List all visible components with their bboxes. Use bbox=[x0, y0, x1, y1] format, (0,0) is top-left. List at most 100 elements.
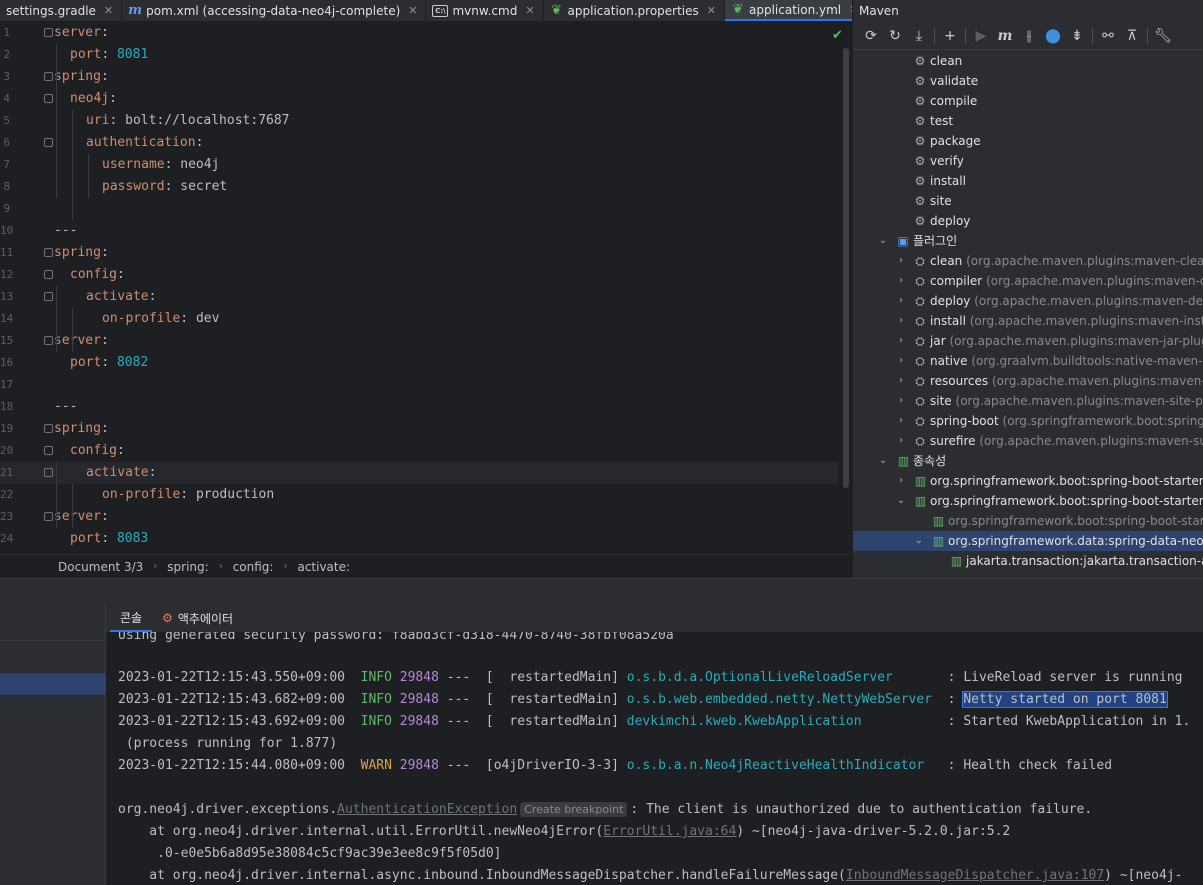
dependency-item[interactable]: ▥ org.springframework.boot:spring-boot-st… bbox=[853, 511, 1203, 531]
chevron-down-icon[interactable]: ⌄ bbox=[877, 231, 889, 251]
lifecycle-goal[interactable]: ⚙ clean bbox=[853, 51, 1203, 71]
tree-item-label: clean (org.apache.maven.plugins:maven-cl… bbox=[930, 254, 1203, 268]
chevron-right-icon[interactable]: › bbox=[895, 471, 907, 491]
fold-marker-icon[interactable] bbox=[44, 512, 53, 521]
fold-marker-icon[interactable] bbox=[44, 424, 53, 433]
fold-marker-icon[interactable] bbox=[44, 336, 53, 345]
lifecycle-goal[interactable]: ⚙ test bbox=[853, 111, 1203, 131]
lifecycle-goal[interactable]: ⚙ verify bbox=[853, 151, 1203, 171]
close-icon[interactable]: ✕ bbox=[104, 4, 113, 17]
lifecycle-goal[interactable]: ⚙ install bbox=[853, 171, 1203, 191]
chevron-down-icon[interactable]: ⌄ bbox=[895, 491, 907, 511]
chevron-right-icon[interactable]: › bbox=[895, 391, 907, 411]
chevron-down-icon[interactable]: ⌄ bbox=[913, 531, 925, 551]
console-log-line: 2023-01-22T12:15:44.080+09:00 WARN 29848… bbox=[118, 758, 1113, 773]
tree-item-label: jakarta.transaction:jakarta.transaction-… bbox=[966, 554, 1203, 568]
tab-console[interactable]: 콘솔 bbox=[110, 604, 153, 632]
tree-item-label: verify bbox=[930, 154, 964, 168]
source-link[interactable]: InboundMessageDispatcher.java:107 bbox=[846, 868, 1104, 883]
close-icon[interactable]: ✕ bbox=[525, 4, 534, 17]
fold-marker-icon[interactable] bbox=[44, 468, 53, 477]
plugin-item[interactable]: › ⛭ clean (org.apache.maven.plugins:maven-… bbox=[853, 251, 1203, 271]
breadcrumb-item[interactable]: activate: bbox=[297, 560, 350, 574]
reload-icon[interactable]: ⟳ bbox=[859, 25, 883, 47]
generate-sources-icon[interactable]: ↻ bbox=[883, 25, 907, 47]
code-line: spring: bbox=[54, 245, 109, 260]
close-icon[interactable]: ✕ bbox=[707, 4, 716, 17]
fold-marker-icon[interactable] bbox=[44, 270, 53, 279]
chevron-right-icon[interactable]: › bbox=[895, 251, 907, 271]
fold-marker-icon[interactable] bbox=[44, 28, 53, 37]
tab-pom-xml[interactable]: m pom.xml (accessing-data-neo4j-complete… bbox=[122, 0, 427, 21]
breadcrumb-item[interactable]: config: bbox=[233, 560, 274, 574]
fold-marker-icon[interactable] bbox=[44, 138, 53, 147]
plugin-item[interactable]: › ⛭ compiler (org.apache.maven.plugins:mav… bbox=[853, 271, 1203, 291]
chevron-right-icon[interactable]: › bbox=[895, 331, 907, 351]
tree-item-label: compile bbox=[930, 94, 978, 108]
lifecycle-goal[interactable]: ⚙ site bbox=[853, 191, 1203, 211]
lifecycle-goal[interactable]: ⚙ package bbox=[853, 131, 1203, 151]
dependency-item[interactable]: ▥ jakarta.transaction:jakarta.transaction… bbox=[853, 551, 1203, 571]
toggle-offline-icon[interactable]: ⫲ bbox=[1017, 25, 1041, 47]
exception-link[interactable]: AuthenticationException bbox=[337, 802, 517, 817]
collapse-all-icon[interactable]: ⇟ bbox=[1065, 25, 1089, 47]
plugin-item[interactable]: › ⛭ install (org.apache.maven.plugins:mave… bbox=[853, 311, 1203, 331]
breadcrumb-item[interactable]: spring: bbox=[167, 560, 208, 574]
run-icon[interactable]: ▶ bbox=[969, 25, 993, 47]
download-icon[interactable]: ⤓ bbox=[907, 25, 931, 47]
console-line: (process running for 1.877) bbox=[118, 736, 338, 751]
add-icon[interactable]: + bbox=[938, 25, 962, 47]
code-line: --- bbox=[54, 223, 78, 238]
dependency-item[interactable]: › ▥ org.springframework.boot:spring-boot-s… bbox=[853, 471, 1203, 491]
plugin-item[interactable]: › ⛭ jar (org.apache.maven.plugins:maven-ja… bbox=[853, 331, 1203, 351]
lifecycle-goal[interactable]: ⚙ validate bbox=[853, 71, 1203, 91]
execute-goal-icon[interactable]: m bbox=[993, 25, 1017, 47]
plugin-item[interactable]: › ⛭ native (org.graalvm.buildtools:native-… bbox=[853, 351, 1203, 371]
fold-marker-icon[interactable] bbox=[44, 292, 53, 301]
fold-marker-icon[interactable] bbox=[44, 94, 53, 103]
source-link[interactable]: ErrorUtil.java:64 bbox=[603, 824, 736, 839]
chevron-down-icon[interactable]: ⌄ bbox=[877, 451, 889, 471]
code-line: port: 8082 bbox=[70, 355, 149, 370]
align-icon[interactable]: ⊼ bbox=[1120, 25, 1144, 47]
lifecycle-goal[interactable]: ⚙ deploy bbox=[853, 211, 1203, 231]
selected-run-item[interactable] bbox=[0, 673, 106, 695]
tree-item-label: clean bbox=[930, 54, 963, 68]
maven-panel: Maven ⟳ ↻ ⤓ + ▶ m ⫲ ⬤ ⇟ ⚯ ⊼ 🔧︎ ⚙ clean ⚙ va… bbox=[852, 0, 1203, 578]
plugin-item[interactable]: › ⛭ resources (org.apache.maven.plugins:ma… bbox=[853, 371, 1203, 391]
chevron-right-icon[interactable]: › bbox=[895, 291, 907, 311]
tab-mvnw-cmd[interactable]: C:\ mvnw.cmd ✕ bbox=[426, 0, 544, 21]
code-editor[interactable]: 1 2 3 4 5 6 7 8 9 10 11 12 13 14 15 16 17 18 19 20 21 22 23 24 … bbox=[0, 22, 852, 554]
skip-tests-icon[interactable]: ⬤ bbox=[1041, 25, 1065, 47]
dependencies-group[interactable]: ⌄ ▥ 종속성 bbox=[853, 451, 1203, 471]
show-diagram-icon[interactable]: ⚯ bbox=[1096, 25, 1120, 47]
lifecycle-goal[interactable]: ⚙ compile bbox=[853, 91, 1203, 111]
tab-actuator[interactable]: ⚙ 액추에이터 bbox=[152, 604, 243, 632]
fold-marker-icon[interactable] bbox=[44, 248, 53, 257]
wrench-icon[interactable]: 🔧︎ bbox=[1151, 25, 1175, 47]
code-line: spring: bbox=[54, 421, 109, 436]
chevron-right-icon[interactable]: › bbox=[895, 431, 907, 451]
chevron-right-icon[interactable]: › bbox=[895, 371, 907, 391]
create-breakpoint-hint[interactable]: Create breakpoint bbox=[520, 802, 628, 817]
chevron-right-icon[interactable]: › bbox=[895, 311, 907, 331]
dependency-item[interactable]: ⌄ ▥ org.springframework.boot:spring-boot-s… bbox=[853, 491, 1203, 511]
close-icon[interactable]: ✕ bbox=[408, 4, 417, 17]
fold-marker-icon[interactable] bbox=[44, 72, 53, 81]
breadcrumb-item[interactable]: Document 3/3 bbox=[58, 560, 143, 574]
plugins-group[interactable]: ⌄ ▣ 플러그인 bbox=[853, 231, 1203, 251]
plugin-item[interactable]: › ⛭ site (org.apache.maven.plugins:maven-s… bbox=[853, 391, 1203, 411]
dependency-item[interactable]: ⌄ ▥ org.springframework.data:spring-data-n… bbox=[853, 531, 1203, 551]
plugin-item[interactable]: › ⛭ surefire (org.apache.maven.plugins:mav… bbox=[853, 431, 1203, 451]
chevron-right-icon[interactable]: › bbox=[895, 271, 907, 291]
chevron-right-icon[interactable]: › bbox=[895, 351, 907, 371]
console-output[interactable]: Using generated security password: f8abd… bbox=[106, 632, 1203, 885]
tab-settings-gradle[interactable]: settings.gradle ✕ bbox=[0, 0, 123, 21]
vertical-scrollbar[interactable] bbox=[843, 48, 849, 488]
chevron-right-icon[interactable]: › bbox=[895, 411, 907, 431]
tab-application-properties[interactable]: ❦ application.properties ✕ bbox=[544, 0, 725, 21]
fold-marker-icon[interactable] bbox=[44, 446, 53, 455]
tab-application-yml[interactable]: ❦ application.yml ✕ bbox=[725, 0, 868, 21]
plugin-item[interactable]: › ⛭ deploy (org.apache.maven.plugins:maven… bbox=[853, 291, 1203, 311]
plugin-item[interactable]: › ⛭ spring-boot (org.springframework.boot:… bbox=[853, 411, 1203, 431]
